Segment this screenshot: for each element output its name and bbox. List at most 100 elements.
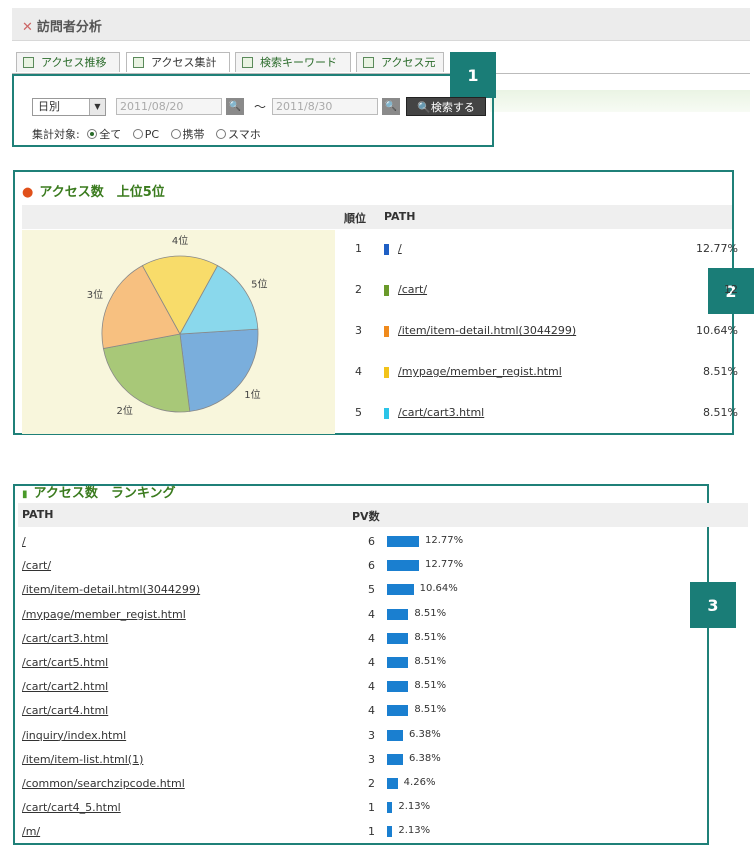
page-title-text: 訪問者分析 — [36, 20, 102, 35]
pie-label-1: 1位 — [244, 388, 260, 401]
radio-icon — [87, 129, 98, 139]
ranking-pv: 4 — [368, 607, 375, 621]
ranking-path-link[interactable]: /inquiry/index.html — [22, 729, 126, 742]
radio-icon — [216, 129, 227, 139]
top5-rank: 4 — [355, 365, 362, 378]
tab-access-source[interactable]: アクセス元 — [356, 52, 444, 72]
tab-search-keyword[interactable]: 検索キーワード — [235, 52, 351, 72]
ranking-percent: 2.13% — [398, 825, 431, 837]
ranking-pv: 3 — [368, 728, 375, 742]
ranking-path-link[interactable]: /mypage/member_regist.html — [22, 608, 186, 621]
top5-path-link[interactable]: /mypage/member_regist.html — [398, 365, 562, 378]
tab-label: 検索キーワード — [260, 56, 337, 69]
top5-percent: 8.51% — [703, 365, 738, 378]
legend-swatch — [384, 244, 389, 255]
ranking-bar — [387, 560, 419, 572]
radio-mobile[interactable]: 携帯 — [170, 128, 209, 141]
pie-label-4: 4位 — [172, 234, 188, 247]
radio-smartphone[interactable]: スマホ — [216, 128, 265, 141]
top5-percent: 12.77% — [696, 242, 738, 255]
target-label: 集計対象: — [32, 128, 80, 141]
badge-label: 3 — [707, 595, 719, 615]
legend-swatch — [384, 367, 389, 378]
ranking-percent: 8.51% — [414, 680, 447, 692]
top5-path-link[interactable]: /item/item-detail.html(3044299) — [398, 324, 576, 337]
ranking-percent: 8.51% — [414, 607, 447, 619]
ranking-path-link[interactable]: /cart/cart4.html — [22, 704, 108, 717]
chevron-down-icon: ▼ — [89, 99, 105, 115]
ranking-path-link[interactable]: /cart/ — [22, 559, 51, 572]
ranking-path-link[interactable]: /common/searchzipcode.html — [22, 777, 185, 790]
top5-path-link[interactable]: /cart/ — [398, 283, 427, 296]
radio-icon — [132, 129, 143, 139]
date-from-input[interactable]: 2011/08/20 — [116, 98, 222, 115]
ranking-percent: 4.26% — [403, 777, 436, 788]
ranking-path-link[interactable]: /cart/cart4_5.html — [22, 801, 121, 814]
ranking-bar — [387, 608, 409, 620]
legend-swatch — [384, 408, 389, 419]
target-radio-group: 集計対象: 全て PC 携帯 スマホ — [32, 126, 269, 142]
ranking-pv: 4 — [368, 656, 375, 669]
col-rank: 順位 — [344, 212, 366, 225]
pie-label-2: 2位 — [117, 404, 133, 417]
chart-icon — [363, 57, 374, 68]
ranking-pv: 6 — [368, 535, 375, 548]
ranking-bar — [387, 753, 403, 765]
search-icon[interactable]: 🔍 — [226, 98, 244, 115]
legend-swatch — [384, 285, 389, 296]
ranking-path-link[interactable]: /cart/cart2.html — [22, 680, 108, 693]
radio-icon — [170, 129, 181, 139]
ranking-bar — [387, 681, 409, 693]
search-button[interactable]: 🔍検索する — [406, 97, 486, 116]
ranking-path-link[interactable]: /cart/cart3.html — [22, 632, 108, 645]
ranking-path-link[interactable]: /cart/cart5.html — [22, 656, 108, 669]
ranking-path-link[interactable]: /m/ — [22, 825, 40, 838]
ranking-percent: 2.13% — [398, 801, 431, 813]
pie-label-3: 3位 — [87, 288, 103, 301]
ranking-percent: 10.64% — [419, 583, 458, 595]
radio-label: PC — [144, 128, 160, 141]
ranking-pv: 6 — [368, 559, 375, 573]
ranking-percent: 8.51% — [414, 656, 447, 667]
tab-access-trend[interactable]: アクセス推移 — [16, 52, 120, 72]
radio-all[interactable]: 全て — [87, 128, 125, 141]
ranking-path-link[interactable]: / — [22, 535, 26, 548]
analysis-icon: ✕ — [22, 20, 33, 35]
pie-label-5: 5位 — [251, 278, 267, 291]
top5-rank: 3 — [355, 324, 362, 337]
badge-label: 1 — [467, 65, 479, 85]
ranking-bar — [387, 778, 398, 789]
ranking-pv: 4 — [368, 631, 375, 645]
ranking-pv: 1 — [368, 801, 375, 815]
highlight-box-3 — [13, 484, 709, 845]
date-range-separator: ～ — [254, 100, 267, 114]
ranking-title-text: アクセス数 ランキング — [33, 486, 176, 501]
radio-pc[interactable]: PC — [132, 128, 163, 141]
top5-percent: 12 — [724, 283, 738, 296]
top5-title-text: アクセス数 上位5位 — [39, 185, 165, 200]
ranking-path-link[interactable]: /item/item-detail.html(3044299) — [22, 583, 200, 596]
radio-label: スマホ — [228, 128, 261, 141]
pie-chart-icon: ● — [22, 185, 34, 200]
top5-path-link[interactable]: / — [398, 242, 402, 255]
ranking-bar — [387, 584, 414, 596]
tab-access-summary[interactable]: アクセス集計 — [126, 52, 230, 72]
period-select[interactable]: 日別 ▼ — [32, 98, 106, 116]
chart-icon — [133, 57, 144, 68]
bar-chart-icon: ▮ — [22, 489, 28, 500]
top5-rank: 2 — [355, 283, 362, 296]
ranking-pv: 1 — [368, 825, 375, 839]
col-path: PATH — [22, 508, 54, 521]
ranking-pv: 4 — [368, 680, 375, 694]
top5-title: ● アクセス数 上位5位 — [22, 181, 165, 200]
search-icon[interactable]: 🔍 — [382, 98, 400, 115]
top5-path-link[interactable]: /cart/cart3.html — [398, 406, 484, 419]
page-header: ✕ 訪問者分析 — [12, 8, 750, 41]
top5-rank: 5 — [355, 406, 362, 419]
ranking-percent: 6.38% — [408, 728, 441, 740]
ranking-pv: 4 — [368, 704, 375, 718]
ranking-percent: 8.51% — [414, 631, 447, 643]
date-to-input[interactable]: 2011/8/30 — [272, 98, 378, 115]
ranking-pv: 2 — [368, 777, 375, 790]
ranking-path-link[interactable]: /item/item-list.html(1) — [22, 753, 143, 766]
